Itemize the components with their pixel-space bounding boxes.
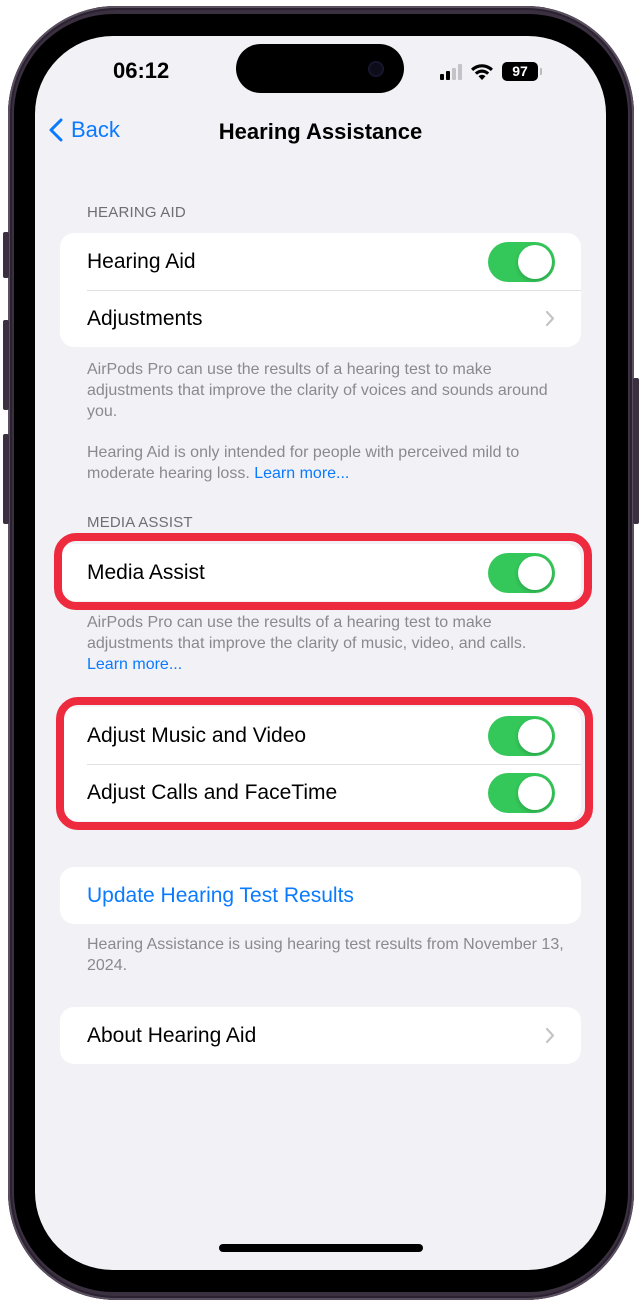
adjust-music-video-toggle[interactable] xyxy=(488,716,555,756)
media-assist-toggle[interactable] xyxy=(488,553,555,593)
hearing-aid-footer-2: Hearing Aid is only intended for people … xyxy=(87,442,567,484)
status-indicators: 97 xyxy=(440,62,542,81)
section-header-media-assist: MEDIA ASSIST xyxy=(87,514,193,531)
adjust-calls-facetime-row: Adjust Calls and FaceTime xyxy=(60,764,581,821)
home-indicator[interactable] xyxy=(219,1244,423,1252)
hearing-aid-label: Hearing Aid xyxy=(87,249,196,273)
cellular-signal-icon xyxy=(440,63,462,80)
media-assist-description: AirPods Pro can use the results of a hea… xyxy=(87,614,527,652)
learn-more-link-hearing-aid[interactable]: Learn more... xyxy=(254,465,349,482)
media-assist-group: Media Assist xyxy=(60,544,581,601)
chevron-right-icon xyxy=(545,310,555,327)
action-button xyxy=(3,232,9,278)
adjust-calls-facetime-toggle[interactable] xyxy=(488,773,555,813)
front-camera-icon xyxy=(368,61,384,77)
adjust-calls-facetime-label: Adjust Calls and FaceTime xyxy=(87,780,338,804)
about-group: About Hearing Aid xyxy=(60,1007,581,1064)
dynamic-island xyxy=(236,44,404,93)
battery-icon: 97 xyxy=(502,62,542,81)
hearing-aid-row: Hearing Aid xyxy=(60,233,581,290)
wifi-icon xyxy=(471,63,493,80)
hearing-aid-group: Hearing Aid Adjustments xyxy=(60,233,581,347)
toggle-knob xyxy=(518,245,552,279)
page-title: Hearing Assistance xyxy=(218,119,423,144)
media-assist-row: Media Assist xyxy=(60,544,581,601)
about-hearing-aid-label: About Hearing Aid xyxy=(87,1023,257,1047)
screen: 06:12 97 Back Hearing Assistance HEARING… xyxy=(35,36,606,1270)
adjustments-label: Adjustments xyxy=(87,306,203,330)
toggle-knob xyxy=(518,719,552,753)
toggle-knob xyxy=(518,776,552,810)
power-button xyxy=(633,378,639,524)
status-time: 06:12 xyxy=(113,58,170,83)
media-assist-footer: AirPods Pro can use the results of a hea… xyxy=(87,612,567,675)
adjust-music-video-row: Adjust Music and Video xyxy=(60,707,581,764)
toggle-knob xyxy=(518,556,552,590)
update-hearing-test-button[interactable]: Update Hearing Test Results xyxy=(60,867,581,924)
adjustments-row[interactable]: Adjustments xyxy=(60,290,581,347)
adjust-group: Adjust Music and Video Adjust Calls and … xyxy=(60,707,581,821)
adjust-music-video-label: Adjust Music and Video xyxy=(87,723,307,747)
learn-more-link-media-assist[interactable]: Learn more... xyxy=(87,656,182,673)
update-footer: Hearing Assistance is using hearing test… xyxy=(87,936,564,974)
volume-up-button xyxy=(3,320,9,410)
hearing-aid-toggle[interactable] xyxy=(488,242,555,282)
section-header-hearing-aid: HEARING AID xyxy=(87,204,186,221)
about-hearing-aid-row[interactable]: About Hearing Aid xyxy=(60,1007,581,1064)
navigation-bar: Back Hearing Assistance xyxy=(35,112,606,156)
hearing-aid-footer-1: AirPods Pro can use the results of a hea… xyxy=(87,361,548,420)
volume-down-button xyxy=(3,434,9,524)
update-group: Update Hearing Test Results xyxy=(60,867,581,924)
chevron-right-icon xyxy=(545,1027,555,1044)
media-assist-label: Media Assist xyxy=(87,560,205,584)
